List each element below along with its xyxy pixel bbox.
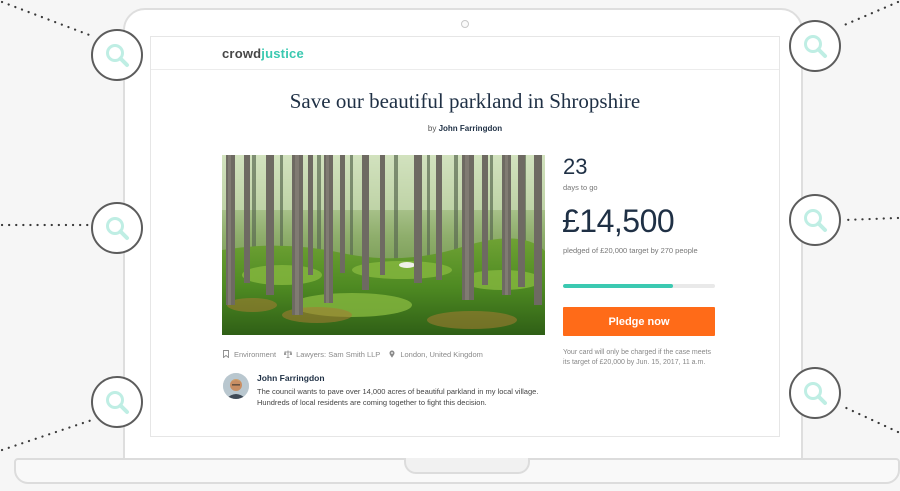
campaign-summary: The council wants to pave over 14,000 ac… bbox=[257, 387, 539, 407]
zoom-callout-bottom-right bbox=[789, 367, 841, 419]
byline-author-link[interactable]: John Farringdon bbox=[439, 124, 503, 133]
author-name-link[interactable]: John Farringdon bbox=[257, 373, 325, 383]
magnifier-icon bbox=[106, 391, 129, 414]
meta-category[interactable]: Environment bbox=[222, 350, 276, 359]
zoom-callout-top-right bbox=[789, 20, 841, 72]
site-header: crowdjustice bbox=[151, 37, 779, 70]
byline-prefix: by bbox=[427, 124, 437, 133]
magnifier-icon bbox=[106, 217, 129, 240]
laptop-base-notch bbox=[404, 458, 530, 474]
zoom-callout-middle-left bbox=[91, 202, 143, 254]
zoom-callout-middle-right bbox=[789, 194, 841, 246]
crowdjustice-logo[interactable]: crowdjustice bbox=[222, 46, 304, 61]
zoom-callout-bottom-left bbox=[91, 376, 143, 428]
days-to-go-label: days to go bbox=[563, 183, 598, 192]
days-to-go-count: 23 bbox=[563, 154, 588, 179]
zoom-callout-top-left bbox=[91, 29, 143, 81]
meta-category-label: Environment bbox=[234, 349, 277, 359]
magnifier-icon bbox=[804, 35, 827, 58]
meta-location-label: London, United Kingdom bbox=[400, 349, 483, 359]
logo-text-crowd: crowd bbox=[222, 46, 262, 61]
campaign-meta-row: Environment Lawyers: Sam Smith LLP Londo… bbox=[222, 348, 491, 360]
scales-icon bbox=[284, 350, 293, 358]
bookmark-icon bbox=[223, 350, 229, 358]
card-charge-note: Your card will only be charged if the ca… bbox=[563, 349, 711, 366]
logo-text-justice: justice bbox=[261, 46, 304, 61]
author-avatar[interactable] bbox=[223, 373, 249, 399]
meta-location[interactable]: London, United Kingdom bbox=[388, 350, 483, 359]
pledged-summary: pledged of £20,000 target by 270 people bbox=[563, 246, 698, 255]
funding-progress-fill bbox=[563, 284, 674, 288]
funding-progress-bar bbox=[563, 284, 715, 288]
campaign-hero-image bbox=[222, 155, 545, 335]
pledge-now-button[interactable]: Pledge now bbox=[563, 307, 715, 336]
magnifier-icon bbox=[106, 44, 129, 67]
meta-lawyers[interactable]: Lawyers: Sam Smith LLP bbox=[284, 350, 380, 359]
magnifier-icon bbox=[804, 382, 827, 405]
laptop-screen: crowdjustice Save our beautiful parkland… bbox=[150, 36, 780, 437]
amount-raised: £14,500 bbox=[562, 203, 675, 239]
laptop-camera bbox=[461, 20, 469, 28]
location-pin-icon bbox=[389, 350, 395, 358]
magnifier-icon bbox=[804, 209, 827, 232]
page-title: Save our beautiful parkland in Shropshir… bbox=[289, 89, 641, 113]
byline: by John Farringdon bbox=[151, 124, 779, 133]
meta-lawyers-label: Lawyers: Sam Smith LLP bbox=[296, 349, 381, 359]
